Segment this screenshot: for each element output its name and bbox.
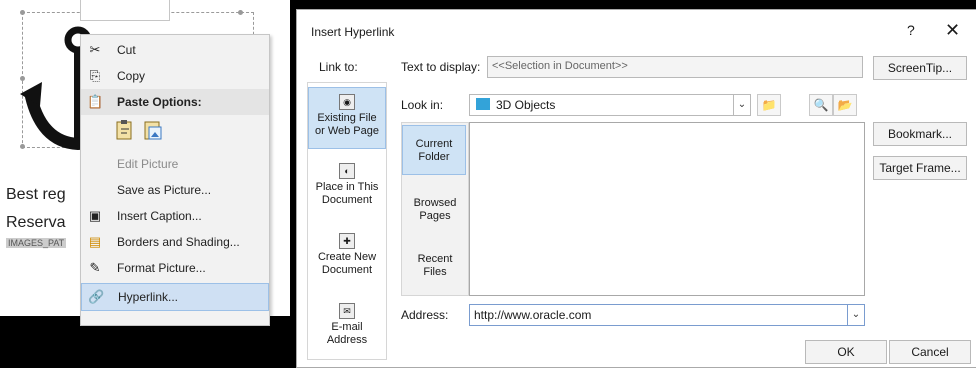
menu-item-save-as-picture[interactable]: Save as Picture... <box>81 177 269 203</box>
paste-picture-icon[interactable] <box>143 119 163 141</box>
new-document-icon: ✚ <box>339 233 355 249</box>
resize-handle[interactable] <box>238 10 243 15</box>
link-to-place-in-document[interactable]: ◐ Place in This Document <box>308 163 386 207</box>
caption-icon: ▣ <box>88 208 102 223</box>
subnav-recent-files[interactable]: Recent Files <box>402 253 468 279</box>
screentip-button[interactable]: ScreenTip... <box>873 56 967 80</box>
target-frame-button[interactable]: Target Frame... <box>873 156 967 180</box>
address-input[interactable]: http://www.oracle.com ⌄ <box>469 304 865 326</box>
menu-item-format-picture[interactable]: ✎ Format Picture... <box>81 255 269 281</box>
help-button[interactable]: ? <box>907 22 915 38</box>
document-text-line: Best reg <box>6 186 66 203</box>
paste-keep-format-icon[interactable] <box>115 119 135 141</box>
menu-item-insert-caption[interactable]: ▣ Insert Caption... <box>81 203 269 229</box>
address-label: Address: <box>401 308 449 322</box>
folder-view-nav: Current Folder Browsed Pages Recent File… <box>401 122 469 296</box>
look-in-label: Look in: <box>401 98 444 112</box>
chevron-down-icon[interactable]: ⌄ <box>847 305 864 325</box>
document-text-line: Reserva <box>6 214 66 231</box>
up-folder-icon: 📁 <box>761 98 777 112</box>
mini-toolbar <box>80 0 170 21</box>
subnav-browsed-pages[interactable]: Browsed Pages <box>402 197 468 223</box>
ok-button[interactable]: OK <box>805 340 887 364</box>
link-to-create-new-document[interactable]: ✚ Create New Document <box>308 233 386 277</box>
scissors-icon: ✂ <box>89 42 101 57</box>
bookmark-button[interactable]: Bookmark... <box>873 122 967 146</box>
subnav-current-folder[interactable]: Current Folder <box>402 125 466 175</box>
menu-item-borders-shading[interactable]: ▤ Borders and Shading... <box>81 229 269 255</box>
link-to-label: Link to: <box>319 60 358 74</box>
place-in-document-icon: ◐ <box>339 163 355 179</box>
look-in-select[interactable]: 3D Objects ⌄ <box>469 94 751 116</box>
cancel-button[interactable]: Cancel <box>889 340 971 364</box>
chevron-down-icon[interactable]: ⌄ <box>733 95 750 115</box>
browse-web-button[interactable]: 🔍 <box>809 94 833 116</box>
menu-item-cut[interactable]: ✂ Cut <box>81 37 269 63</box>
browse-file-icon: 📂 <box>837 98 853 112</box>
up-folder-button[interactable]: 📁 <box>757 94 781 116</box>
hyperlink-icon: 🔗 <box>88 289 105 304</box>
link-to-email-address[interactable]: ✉ E-mail Address <box>308 303 386 347</box>
copy-icon: ⎘ <box>89 68 101 83</box>
resize-handle[interactable] <box>20 10 25 15</box>
document-small-text: IMAGES_PAT <box>6 238 67 248</box>
close-icon[interactable]: ✕ <box>945 20 960 41</box>
context-menu: ✂ Cut ⎘ Copy 📋 Paste Options: Edit Pictu… <box>80 34 270 326</box>
menu-header-paste-options: 📋 Paste Options: <box>81 89 269 115</box>
link-to-panel: ◉ Existing File or Web Page ◐ Place in T… <box>307 82 387 360</box>
text-to-display-input[interactable]: <<Selection in Document>> <box>487 56 863 78</box>
insert-hyperlink-dialog: Insert Hyperlink ? ✕ Link to: ◉ Existing… <box>296 9 976 368</box>
folder-icon <box>476 98 490 110</box>
browse-file-button[interactable]: 📂 <box>833 94 857 116</box>
dialog-title: Insert Hyperlink <box>311 25 395 39</box>
menu-item-hyperlink[interactable]: 🔗 Hyperlink... <box>81 283 269 311</box>
browse-web-icon: 🔍 <box>813 98 829 112</box>
borders-icon: ▤ <box>88 234 102 249</box>
text-to-display-label: Text to display: <box>401 60 481 74</box>
web-page-icon: ◉ <box>339 94 355 110</box>
menu-item-copy[interactable]: ⎘ Copy <box>81 63 269 89</box>
menu-item-edit-picture[interactable]: Edit Picture <box>81 151 269 177</box>
format-picture-icon: ✎ <box>89 260 101 275</box>
clipboard-icon: 📋 <box>87 94 104 109</box>
link-to-existing-file[interactable]: ◉ Existing File or Web Page <box>308 87 386 149</box>
file-list[interactable] <box>469 122 865 296</box>
email-icon: ✉ <box>339 303 355 319</box>
